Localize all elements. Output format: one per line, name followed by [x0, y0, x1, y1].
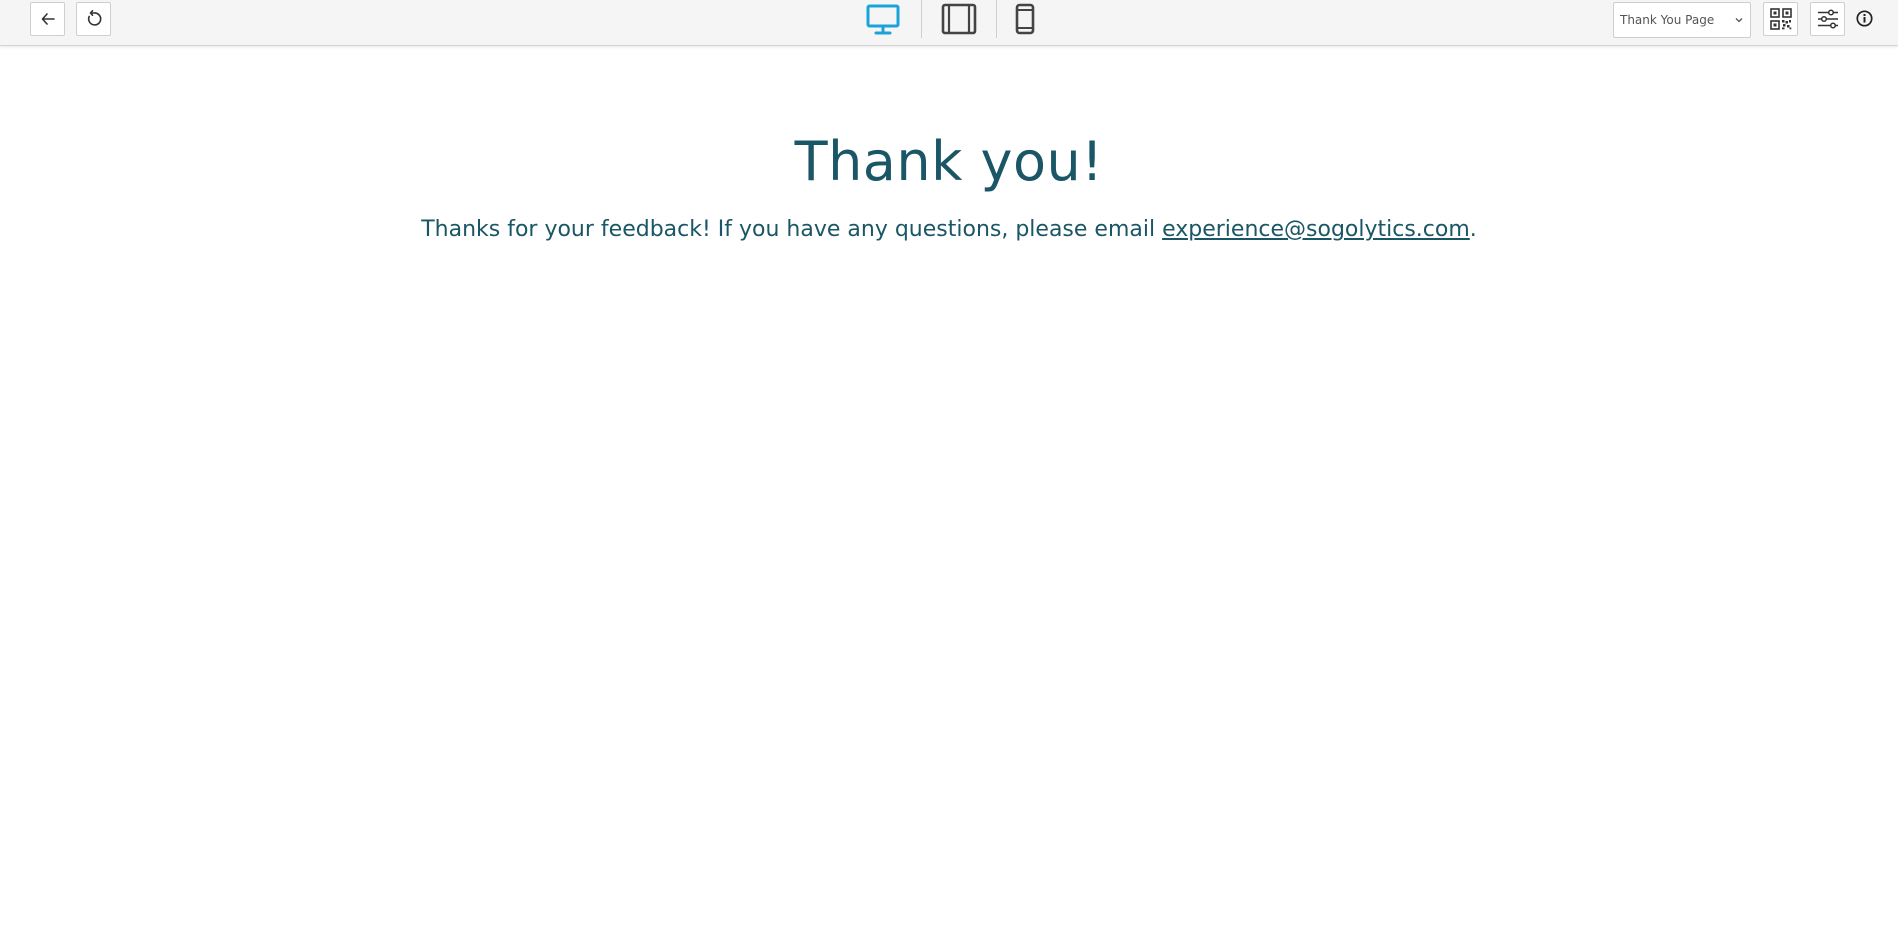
info-icon[interactable]: [1856, 10, 1873, 27]
qr-code-button[interactable]: [1763, 2, 1798, 36]
mobile-view-button[interactable]: [1014, 0, 1036, 38]
settings-button[interactable]: [1810, 2, 1845, 36]
refresh-button[interactable]: [76, 2, 111, 36]
tablet-view-button[interactable]: [940, 0, 978, 38]
message-end: .: [1469, 217, 1477, 242]
mobile-icon: [1015, 3, 1035, 35]
chevron-down-icon: [1728, 15, 1750, 25]
toolbar-divider: [996, 0, 997, 38]
email-link[interactable]: experience@sogolytics.com: [1162, 217, 1470, 242]
page-select-dropdown[interactable]: Thank You Page: [1613, 2, 1751, 38]
page-title: Thank you!: [794, 130, 1104, 193]
refresh-icon: [87, 10, 101, 26]
arrow-left-icon: [41, 13, 55, 25]
sliders-icon: [1817, 9, 1838, 29]
toolbar-divider: [921, 0, 922, 38]
message-text: Thanks for your feedback! If you have an…: [421, 217, 1163, 242]
back-button[interactable]: [30, 2, 65, 36]
desktop-icon: [866, 4, 900, 35]
page-select-value: Thank You Page: [1620, 13, 1715, 27]
preview-toolbar: Thank You Page: [0, 0, 1898, 46]
tablet-icon: [941, 3, 977, 35]
desktop-view-button[interactable]: [865, 0, 901, 38]
qr-code-icon: [1769, 8, 1792, 30]
thank-you-message: Thanks for your feedback! If you have an…: [0, 216, 1898, 244]
